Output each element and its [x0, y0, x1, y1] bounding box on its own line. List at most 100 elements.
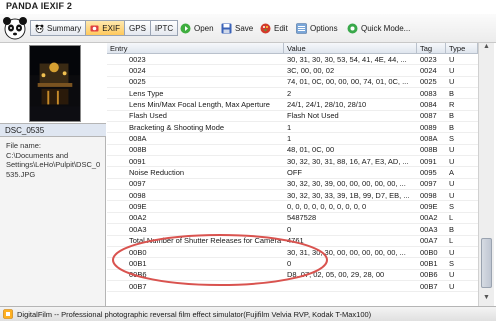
thumbnail-frame: [0, 43, 106, 123]
tab-exif[interactable]: EXIF: [85, 20, 125, 36]
table-row[interactable]: Total Number of Shutter Releases for Cam…: [107, 235, 478, 247]
cell-entry: 008B: [129, 145, 147, 155]
cell-type: U: [449, 145, 455, 155]
cell-entry: 00A3: [129, 224, 147, 234]
vertical-scrollbar[interactable]: ▲ ▼: [478, 43, 494, 306]
table-header: Entry Value Tag Type: [107, 43, 478, 54]
cell-value: 24/1, 24/1, 28/10, 28/10: [287, 100, 367, 110]
table-row[interactable]: Flash Used Flash Not Used 0087 B: [107, 111, 478, 123]
cell-entry: 00B0: [129, 247, 147, 257]
save-button[interactable]: Save: [221, 20, 253, 36]
cell-tag: 00B1: [420, 258, 438, 268]
table-row[interactable]: 00A2 5487528 00A2 L: [107, 212, 478, 225]
table-row[interactable]: 00A3 0 00A3 B: [107, 224, 478, 236]
cell-entry: Noise Reduction: [129, 168, 185, 178]
file-panel: DSC_0535 File name: C:\Documents and Set…: [0, 43, 106, 306]
table-row[interactable]: Lens Type 2 0083 B: [107, 88, 478, 100]
table-row[interactable]: 0097 30, 32, 30, 39, 00, 00, 00, 00, 00, …: [107, 179, 478, 191]
cell-tag: 0098: [420, 190, 437, 200]
table-row[interactable]: 0025 74, 01, 0C, 00, 00, 00, 74, 01, 0C, …: [107, 76, 478, 89]
scroll-up-icon[interactable]: ▲: [479, 43, 494, 55]
scrollbar-thumb[interactable]: [481, 238, 492, 288]
cell-type: U: [449, 66, 455, 76]
tab-iptc[interactable]: IPTC: [149, 20, 179, 36]
options-label: Options: [310, 23, 338, 33]
cell-value: 30, 32, 30, 31, 88, 16, A7, E3, AD, ...: [287, 156, 409, 166]
cell-type: U: [449, 179, 455, 189]
window-title: PANDA IEXIF 2: [6, 1, 73, 11]
cell-tag: 008A: [420, 134, 438, 144]
cell-type: U: [449, 156, 455, 166]
tab-gps[interactable]: GPS: [124, 20, 150, 36]
table-row[interactable]: 0023 30, 31, 30, 30, 53, 54, 41, 4E, 44, …: [107, 54, 478, 66]
table-row[interactable]: 00B0 30, 31, 30, 30, 00, 00, 00, 00, 00, …: [107, 247, 478, 259]
cell-entry: 0025: [129, 77, 146, 87]
open-button[interactable]: Open: [180, 20, 214, 36]
cell-value: 74, 01, 0C, 00, 00, 00, 74, 01, 0C, ...: [287, 77, 409, 87]
tab-summary-label: Summary: [47, 23, 82, 33]
table-row[interactable]: 008B 48, 01, 0C, 00 008B U: [107, 144, 478, 157]
edit-button[interactable]: Edit: [260, 20, 288, 36]
cell-tag: 00B7: [420, 281, 438, 291]
cell-entry: Flash Used: [129, 111, 167, 121]
cell-entry: 00A2: [129, 213, 147, 223]
cell-tag: 00A3: [420, 224, 438, 234]
cell-type: U: [449, 54, 455, 64]
open-label: Open: [194, 23, 214, 33]
cell-type: L: [449, 236, 454, 246]
status-bar: DigitalFilm -- Professional photographic…: [0, 306, 496, 321]
status-text: DigitalFilm -- Professional photographic…: [17, 309, 372, 319]
cell-entry: Lens Type: [129, 88, 164, 98]
column-header-value[interactable]: Value: [284, 43, 417, 53]
options-button[interactable]: Options: [296, 20, 338, 36]
table-row[interactable]: Bracketing & Shooting Mode 1 0089 B: [107, 122, 478, 134]
table-row[interactable]: 00B1 0 00B1 S: [107, 258, 478, 270]
cell-entry: 00B6: [129, 270, 147, 280]
quick-mode-icon: [347, 23, 358, 33]
open-icon: [180, 23, 191, 33]
table-row[interactable]: Noise Reduction OFF 0095 A: [107, 167, 478, 179]
save-label: Save: [235, 23, 254, 33]
cell-value: 1: [287, 122, 292, 132]
cell-value: 48, 01, 0C, 00: [287, 145, 335, 155]
cell-entry: 0091: [129, 156, 146, 166]
table-row[interactable]: 00B6 D8, 07, 02, 05, 00, 29, 28, 00 00B6 U: [107, 270, 478, 281]
quick-mode-button[interactable]: Quick Mode...: [347, 20, 410, 36]
cell-tag: 00B6: [420, 270, 438, 280]
panda-logo-icon: [3, 17, 27, 40]
table-row[interactable]: 009E 0, 0, 0, 0, 0, 0, 0, 0, 0, 0 009E S: [107, 201, 478, 213]
cell-tag: 0097: [420, 179, 437, 189]
cell-tag: 0087: [420, 111, 437, 121]
cell-value: 3C, 00, 00, 02: [287, 66, 335, 76]
column-header-type[interactable]: Type: [446, 43, 478, 53]
cell-value: OFF: [287, 168, 302, 178]
cell-type: B: [449, 122, 455, 132]
table-row[interactable]: 0098 30, 32, 30, 33, 39, 1B, 99, D7, EB, …: [107, 190, 478, 202]
tab-strip: Summary EXIF GPS IPTC: [30, 20, 179, 36]
column-header-entry[interactable]: Entry: [107, 43, 284, 53]
title-bar: PANDA IEXIF 2: [0, 0, 496, 14]
table-row[interactable]: 0091 30, 32, 30, 31, 88, 16, A7, E3, AD, …: [107, 156, 478, 168]
tab-exif-label: EXIF: [102, 23, 121, 33]
cell-value: 4761: [287, 236, 304, 246]
cell-value: 1: [287, 134, 292, 144]
column-header-tag[interactable]: Tag: [417, 43, 446, 53]
cell-type: R: [449, 100, 455, 110]
table-row[interactable]: 008A 1 008A S: [107, 133, 478, 145]
cell-type: U: [449, 247, 455, 257]
cell-type: B: [449, 88, 455, 98]
cell-entry: 00B7: [129, 281, 147, 291]
table-row[interactable]: Lens Min/Max Focal Length, Max Aperture 2…: [107, 99, 478, 111]
tab-summary[interactable]: Summary: [30, 20, 86, 36]
cell-tag: 0091: [420, 156, 437, 166]
cell-value: 0: [287, 258, 292, 268]
file-info-text: File name: C:\Documents and Settings\LeH…: [6, 141, 101, 179]
panda-icon: [35, 24, 44, 33]
table-row[interactable]: 0024 3C, 00, 00, 02 0024 U: [107, 65, 478, 77]
scroll-down-icon[interactable]: ▼: [479, 294, 494, 306]
cell-entry: Total Number of Shutter Releases for Cam…: [129, 236, 282, 246]
photo-thumbnail[interactable]: [29, 45, 81, 122]
cell-type: B: [449, 111, 455, 121]
table-row[interactable]: 00B7 00B7 U: [107, 280, 478, 293]
exif-table: Entry Value Tag Type 0023 30, 31, 30, 30,…: [107, 43, 478, 306]
